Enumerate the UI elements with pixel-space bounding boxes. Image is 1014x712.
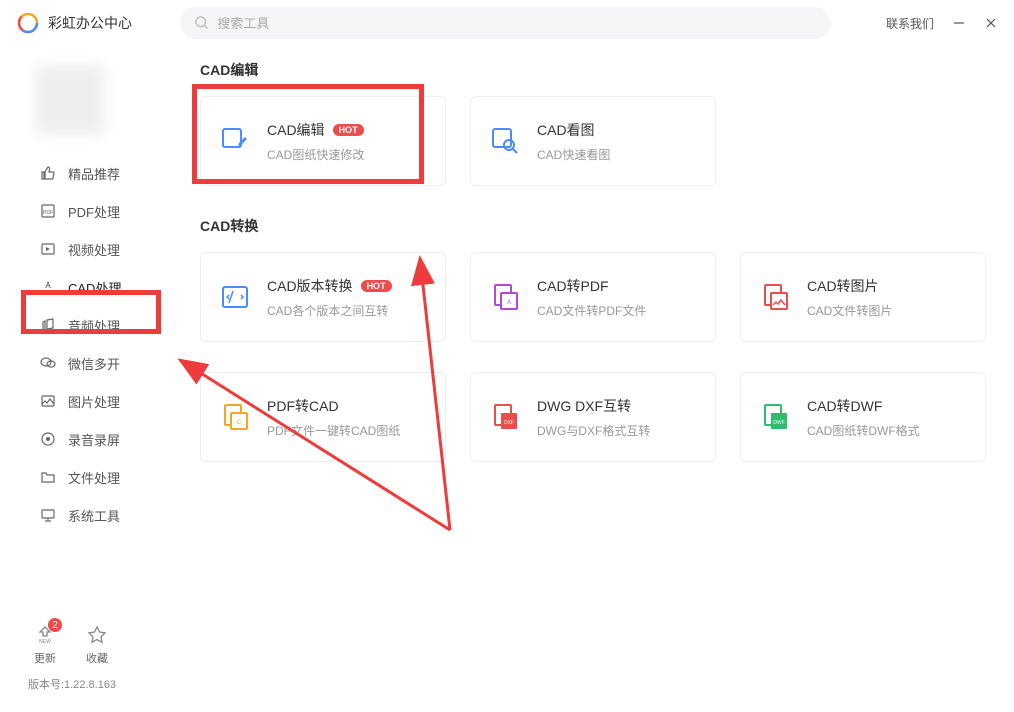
folder-icon bbox=[40, 469, 56, 485]
card-title: CAD编辑 bbox=[267, 120, 325, 140]
thumb-up-icon bbox=[40, 165, 56, 181]
card-desc: CAD快速看图 bbox=[537, 146, 610, 163]
video-icon bbox=[40, 241, 56, 257]
svg-text:DXF: DXF bbox=[504, 420, 514, 426]
tool-card-cad-to-image[interactable]: CAD转图片 CAD文件转图片 bbox=[740, 252, 986, 342]
cad-icon: A bbox=[40, 279, 56, 295]
wechat-icon bbox=[40, 355, 56, 371]
card-desc: PDF文件一键转CAD图纸 bbox=[267, 422, 400, 439]
search-box[interactable] bbox=[180, 7, 830, 39]
pdf-cad-icon: C bbox=[219, 401, 251, 433]
sidebar-item-label: 图片处理 bbox=[68, 392, 120, 411]
dwg-dxf-icon: DXF bbox=[489, 401, 521, 433]
card-desc: CAD图纸快速修改 bbox=[267, 146, 364, 163]
app-title: 彩虹办公中心 bbox=[48, 13, 132, 33]
version-label: 版本号:1.22.8.163 bbox=[20, 676, 160, 692]
card-desc: CAD文件转图片 bbox=[807, 302, 892, 319]
svg-text:DWF: DWF bbox=[773, 420, 784, 426]
card-desc: CAD各个版本之间互转 bbox=[267, 302, 392, 319]
cad-dwf-icon: DWF bbox=[759, 401, 791, 433]
user-avatar[interactable] bbox=[0, 56, 180, 154]
sidebar-item-system[interactable]: 系统工具 bbox=[0, 496, 180, 534]
sidebar-item-label: 精品推荐 bbox=[68, 164, 120, 183]
update-badge: 2 bbox=[48, 618, 62, 632]
hot-badge: HOT bbox=[333, 124, 364, 136]
sidebar-item-image[interactable]: 图片处理 bbox=[0, 382, 180, 420]
sidebar-item-label: PDF处理 bbox=[68, 202, 120, 221]
cad-version-icon bbox=[219, 281, 251, 313]
tool-card-cad-view[interactable]: CAD看图 CAD快速看图 bbox=[470, 96, 716, 186]
tool-card-cad-version[interactable]: CAD版本转换 HOT CAD各个版本之间互转 bbox=[200, 252, 446, 342]
contact-link[interactable]: 联系我们 bbox=[886, 15, 934, 32]
search-icon bbox=[194, 15, 209, 31]
svg-text:A: A bbox=[507, 300, 511, 306]
card-title: CAD看图 bbox=[537, 120, 595, 140]
favorite-label: 收藏 bbox=[86, 650, 108, 666]
sidebar-item-file[interactable]: 文件处理 bbox=[0, 458, 180, 496]
favorite-button[interactable]: 收藏 bbox=[86, 624, 108, 666]
card-title: CAD转图片 bbox=[807, 276, 879, 296]
sidebar-item-label: 微信多开 bbox=[68, 354, 120, 373]
record-icon bbox=[40, 431, 56, 447]
search-input[interactable] bbox=[217, 16, 816, 31]
tool-card-cad-edit[interactable]: CAD编辑 HOT CAD图纸快速修改 bbox=[200, 96, 446, 186]
minimize-button[interactable] bbox=[952, 16, 966, 30]
cad-pdf-icon: A bbox=[489, 281, 521, 313]
tool-card-cad-to-pdf[interactable]: A CAD转PDF CAD文件转PDF文件 bbox=[470, 252, 716, 342]
card-desc: CAD文件转PDF文件 bbox=[537, 302, 646, 319]
sidebar-item-audio[interactable]: 音频处理 bbox=[0, 306, 180, 344]
card-desc: DWG与DXF格式互转 bbox=[537, 422, 650, 439]
pdf-icon: PDF bbox=[40, 203, 56, 219]
sidebar-item-label: 系统工具 bbox=[68, 506, 120, 525]
card-desc: CAD图纸转DWF格式 bbox=[807, 422, 920, 439]
update-label: 更新 bbox=[34, 650, 56, 666]
tool-card-dwg-dxf[interactable]: DXF DWG DXF互转 DWG与DXF格式互转 bbox=[470, 372, 716, 462]
card-title: CAD转DWF bbox=[807, 396, 882, 416]
cad-edit-icon bbox=[219, 125, 251, 157]
section-title-convert: CAD转换 bbox=[200, 216, 994, 236]
hot-badge: HOT bbox=[361, 280, 392, 292]
svg-text:PDF: PDF bbox=[43, 210, 53, 216]
sidebar-item-label: 录音录屏 bbox=[68, 430, 120, 449]
svg-text:NEW: NEW bbox=[39, 639, 51, 645]
card-title: DWG DXF互转 bbox=[537, 396, 631, 416]
system-icon bbox=[40, 507, 56, 523]
sidebar-item-wechat[interactable]: 微信多开 bbox=[0, 344, 180, 382]
svg-text:C: C bbox=[237, 420, 242, 426]
tool-card-cad-to-dwf[interactable]: DWF CAD转DWF CAD图纸转DWF格式 bbox=[740, 372, 986, 462]
image-icon bbox=[40, 393, 56, 409]
svg-text:A: A bbox=[45, 281, 51, 290]
sidebar-item-featured[interactable]: 精品推荐 bbox=[0, 154, 180, 192]
sidebar-item-label: 视频处理 bbox=[68, 240, 120, 259]
sidebar-item-record[interactable]: 录音录屏 bbox=[0, 420, 180, 458]
tool-card-pdf-to-cad[interactable]: C PDF转CAD PDF文件一键转CAD图纸 bbox=[200, 372, 446, 462]
update-button[interactable]: 2 NEW 更新 bbox=[34, 624, 56, 666]
sidebar-item-cad[interactable]: A CAD处理 bbox=[0, 268, 180, 306]
cad-image-icon bbox=[759, 281, 791, 313]
sidebar-item-pdf[interactable]: PDF PDF处理 bbox=[0, 192, 180, 230]
app-logo-icon bbox=[16, 11, 40, 35]
sidebar-item-video[interactable]: 视频处理 bbox=[0, 230, 180, 268]
sidebar-item-label: 音频处理 bbox=[68, 316, 120, 335]
card-title: CAD版本转换 bbox=[267, 276, 353, 296]
section-title-edit: CAD编辑 bbox=[200, 60, 994, 80]
card-title: CAD转PDF bbox=[537, 276, 609, 296]
cad-view-icon bbox=[489, 125, 521, 157]
sidebar-item-label: 文件处理 bbox=[68, 468, 120, 487]
card-title: PDF转CAD bbox=[267, 396, 339, 416]
sidebar-item-label: CAD处理 bbox=[68, 278, 121, 297]
audio-icon bbox=[40, 317, 56, 333]
close-button[interactable] bbox=[984, 16, 998, 30]
star-icon bbox=[86, 624, 108, 646]
